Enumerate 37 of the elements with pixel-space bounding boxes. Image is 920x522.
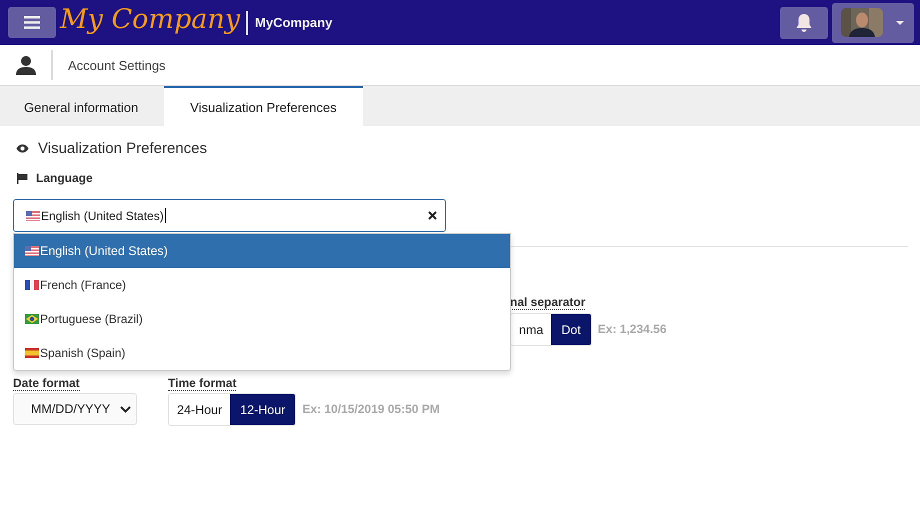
notifications-button[interactable] bbox=[780, 6, 828, 38]
user-menu-button[interactable] bbox=[832, 2, 914, 42]
field-value: English (United States) bbox=[41, 208, 164, 222]
example-text: Ex: 1,234.56 bbox=[598, 321, 666, 337]
spain-flag-icon bbox=[25, 348, 39, 358]
language-field[interactable]: English (United States) bbox=[13, 199, 446, 232]
flag-icon bbox=[16, 172, 28, 184]
field-label: Time format bbox=[168, 376, 236, 391]
clear-icon[interactable] bbox=[428, 211, 437, 220]
field-label: nal separator bbox=[510, 295, 586, 310]
language-option[interactable]: English (United States) bbox=[14, 234, 510, 268]
field-label: Date format bbox=[13, 376, 80, 391]
logo: My Company bbox=[60, 4, 240, 35]
menu-icon bbox=[24, 16, 40, 29]
chevron-down-icon bbox=[120, 406, 131, 412]
eye-icon bbox=[16, 144, 29, 153]
user-icon bbox=[15, 54, 37, 76]
toggle-button[interactable]: Dot bbox=[551, 314, 591, 345]
french-flag-icon bbox=[25, 280, 39, 290]
field-label: Language bbox=[36, 171, 93, 185]
language-option[interactable]: Portuguese (Brazil) bbox=[14, 302, 510, 336]
language-option[interactable]: French (France) bbox=[14, 268, 510, 302]
date-format-select[interactable]: MM/DD/YYYY bbox=[13, 393, 137, 425]
brazil-flag-icon bbox=[25, 314, 39, 324]
us-flag-icon bbox=[26, 210, 40, 220]
menu-button[interactable] bbox=[8, 7, 56, 38]
caret-icon bbox=[895, 20, 905, 26]
example-text: Ex: 10/15/2019 05:50 PM bbox=[302, 401, 441, 417]
bell-icon bbox=[795, 12, 813, 32]
section-title: Visualization Preferences bbox=[38, 140, 207, 157]
company-name: MyCompany bbox=[255, 15, 332, 30]
language-option[interactable]: Spanish (Spain) bbox=[14, 336, 510, 370]
tab[interactable]: Visualization Preferences bbox=[164, 86, 363, 126]
toggle-button[interactable]: 12-Hour bbox=[230, 394, 296, 425]
page-title: Account Settings bbox=[68, 58, 166, 72]
us-flag-icon bbox=[25, 246, 39, 256]
tab[interactable]: General information bbox=[0, 86, 162, 126]
